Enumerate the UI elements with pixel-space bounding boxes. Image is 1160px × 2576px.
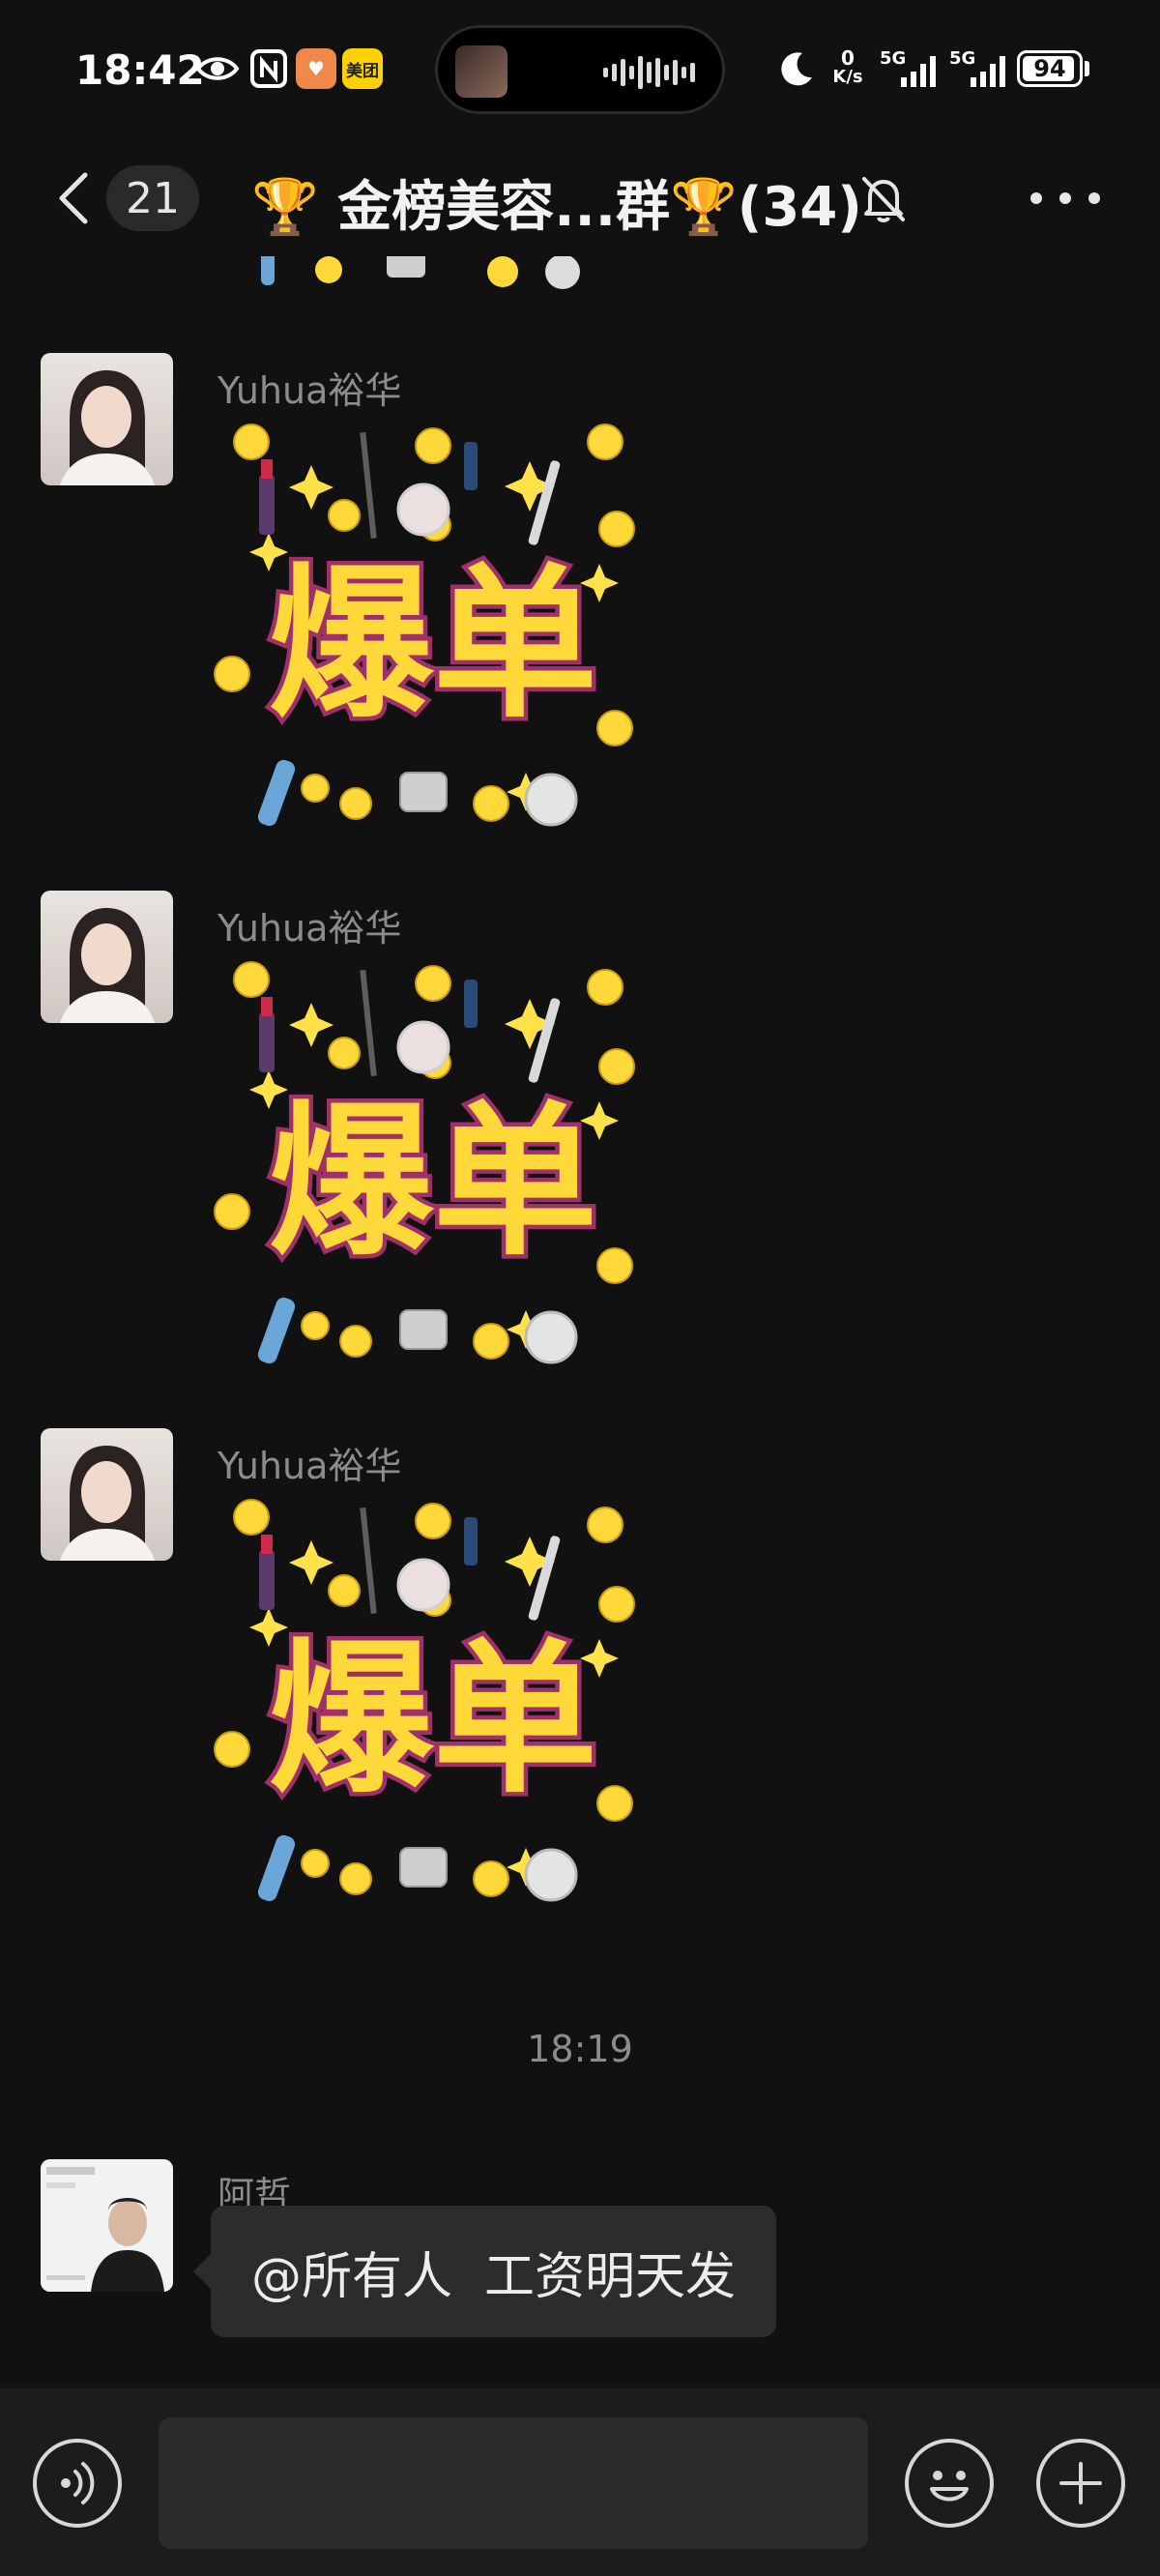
man-portrait-icon	[41, 2159, 173, 2292]
chat-header: 21 🏆 金榜美容...群🏆(34)	[0, 140, 1160, 256]
sender-name: Yuhua裕华	[218, 1445, 402, 1487]
sticker-image: 爆单	[214, 1499, 635, 1902]
sender-name: Yuhua裕华	[218, 369, 402, 412]
meituan-icon: 美团	[342, 48, 383, 89]
eye-icon	[195, 57, 240, 80]
signal-1: 5G	[880, 48, 940, 89]
sticker-text: 爆单	[269, 1625, 597, 1816]
status-time: 18:42	[75, 46, 205, 94]
sticker-text: 爆单	[269, 1087, 597, 1278]
sticker-image: 爆单	[214, 424, 635, 827]
message-item: Yuhua裕华 爆单	[0, 1428, 1160, 1970]
heart-app-icon: ♥	[296, 48, 336, 89]
message-item: Yuhua裕华 爆单	[0, 891, 1160, 1432]
avatar[interactable]	[41, 2159, 173, 2292]
signal-bars-icon	[901, 56, 936, 87]
woman-portrait-icon	[60, 370, 155, 485]
more-options-button[interactable]	[1030, 187, 1100, 210]
signal-2: 5G	[949, 48, 1009, 89]
avatar[interactable]	[41, 891, 173, 1023]
message-list[interactable]: Yuhua裕华 爆单 Yuhua裕华 爆单 Yuhua裕华 爆单 18:19 阿…	[0, 256, 1160, 2384]
battery-cap	[1085, 61, 1089, 76]
network-speed: 0 K/s	[832, 46, 863, 87]
media-thumbnail	[455, 45, 508, 98]
time-divider: 18:19	[527, 2028, 633, 2070]
moon-icon	[781, 52, 812, 86]
audio-wave-icon	[603, 55, 695, 90]
more-functions-button[interactable]	[1036, 2439, 1125, 2528]
unread-count-badge[interactable]: 21	[106, 165, 199, 231]
sticker-image: 爆单	[214, 961, 635, 1364]
voice-wave-icon	[61, 2462, 95, 2504]
voice-input-button[interactable]	[33, 2439, 122, 2528]
signal-bars-icon	[971, 56, 1005, 87]
text-bubble[interactable]: @所有人 工资明天发	[211, 2206, 777, 2337]
status-bar: 18:42 ♥ 美团 0 K/s 5G 5G 94	[0, 0, 1160, 140]
group-title[interactable]: 🏆 金榜美容...群🏆(34)	[251, 163, 862, 242]
dynamic-island[interactable]	[435, 25, 725, 114]
woman-portrait-icon	[60, 1446, 155, 1561]
avatar[interactable]	[41, 353, 173, 485]
input-bar	[0, 2388, 1160, 2576]
woman-portrait-icon	[60, 908, 155, 1023]
sender-name: Yuhua裕华	[218, 907, 402, 950]
smiley-icon	[930, 2471, 969, 2502]
message-item: 阿哲 @所有人 工资明天发	[0, 2159, 1160, 2362]
partial-sticker	[261, 256, 580, 289]
avatar[interactable]	[41, 1428, 173, 1561]
battery-indicator: 94	[1017, 50, 1083, 87]
plus-icon	[1059, 2462, 1102, 2504]
mute-bell-icon	[862, 177, 905, 222]
sticker-baodan[interactable]: 爆单	[211, 421, 655, 846]
sticker-baodan[interactable]: 爆单	[211, 958, 655, 1384]
sticker-text: 爆单	[269, 549, 597, 741]
bubble-tail	[193, 2254, 211, 2289]
message-item: Yuhua裕华 爆单	[0, 353, 1160, 894]
message-input[interactable]	[159, 2417, 868, 2549]
back-arrow-icon[interactable]	[50, 169, 99, 227]
sticker-baodan[interactable]: 爆单	[211, 1496, 655, 1921]
nfc-icon	[250, 49, 287, 88]
emoji-button[interactable]	[905, 2439, 994, 2528]
